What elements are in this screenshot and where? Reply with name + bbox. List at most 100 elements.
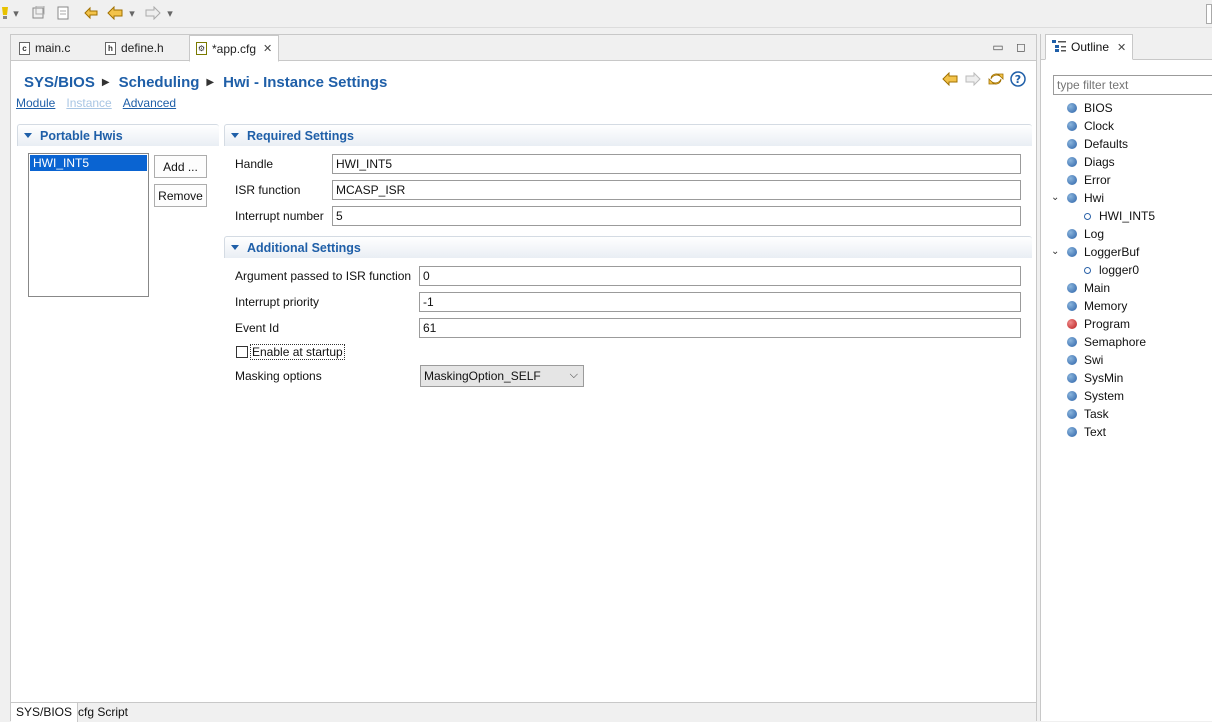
left-panel-strip	[0, 34, 8, 721]
tree-item-system[interactable]: System	[1067, 387, 1124, 405]
breadcrumb-hwi-instance: Hwi - Instance Settings	[223, 73, 388, 91]
tab-main-c[interactable]: c main.c	[13, 35, 76, 61]
h-file-icon: h	[105, 41, 116, 55]
handle-label: Handle	[235, 157, 274, 171]
outline-filter-input[interactable]	[1053, 75, 1212, 95]
isr-function-field[interactable]: MCASP_ISR	[332, 180, 1021, 200]
error-dot-icon	[1067, 319, 1077, 329]
tree-item-error[interactable]: Error	[1067, 171, 1111, 189]
breadcrumb-sysbios[interactable]: SYS/BIOS	[24, 74, 95, 91]
collapse-triangle-icon	[231, 133, 239, 138]
tree-item-sysmin[interactable]: SysMin	[1067, 369, 1123, 387]
module-dot-icon	[1067, 175, 1077, 185]
page-links: Module Instance Advanced	[16, 96, 176, 110]
tree-item-clock[interactable]: Clock	[1067, 117, 1114, 135]
advanced-link[interactable]: Advanced	[123, 96, 176, 110]
isr-argument-label: Argument passed to ISR function	[235, 269, 412, 283]
isr-function-label: ISR function	[235, 183, 301, 197]
module-dot-icon	[1067, 391, 1077, 401]
tab-sysbios[interactable]: SYS/BIOS	[11, 703, 79, 722]
close-tab-icon[interactable]: ✕	[263, 42, 272, 55]
tab-app-cfg[interactable]: ⚙ *app.cfg ✕	[189, 35, 280, 62]
minimize-icon[interactable]: ▭	[991, 40, 1005, 54]
handle-field[interactable]: HWI_INT5	[332, 154, 1021, 174]
tree-item-bios[interactable]: BIOS	[1067, 99, 1113, 117]
module-dot-icon	[1067, 409, 1077, 419]
tree-item-log[interactable]: Log	[1067, 225, 1104, 243]
collapse-triangle-icon	[231, 245, 239, 250]
tree-item-memory[interactable]: Memory	[1067, 297, 1127, 315]
tree-item-text[interactable]: Text	[1067, 423, 1106, 441]
back-arrow-icon[interactable]	[106, 5, 124, 21]
outline-panel: Outline ✕ BIOS Clock Defaults Diags Erro…	[1040, 34, 1212, 721]
quick-access-box[interactable]	[1206, 4, 1212, 24]
event-id-label: Event Id	[235, 321, 280, 335]
tree-item-hwi[interactable]: Hwi	[1067, 189, 1104, 207]
module-link[interactable]: Module	[16, 96, 55, 110]
instance-dot-icon	[1084, 212, 1091, 220]
tree-item-task[interactable]: Task	[1067, 405, 1109, 423]
back-dropdown-icon[interactable]: ▾	[127, 5, 137, 21]
module-dot-icon	[1067, 373, 1077, 383]
collapse-triangle-icon	[24, 133, 32, 138]
document-icon[interactable]	[55, 5, 71, 21]
expand-chevron-icon[interactable]: ⌄	[1051, 192, 1059, 203]
last-edit-icon[interactable]	[82, 5, 100, 21]
close-outline-icon[interactable]: ✕	[1117, 41, 1126, 54]
help-icon[interactable]: ?	[1009, 70, 1027, 88]
breadcrumb-separator-icon: ▶	[206, 76, 215, 88]
save-all-icon[interactable]	[31, 5, 47, 21]
tab-outline[interactable]: Outline ✕	[1045, 34, 1134, 60]
masking-options-select[interactable]: MaskingOption_SELF ⌵	[420, 365, 584, 387]
tree-item-hwi-int5[interactable]: HWI_INT5	[1084, 207, 1155, 225]
breadcrumb-separator-icon: ▶	[101, 76, 110, 88]
chevron-down-icon: ⌵	[569, 369, 578, 381]
list-item[interactable]: HWI_INT5	[30, 155, 147, 171]
masking-options-label: Masking options	[235, 369, 322, 383]
back-icon[interactable]	[941, 70, 959, 88]
maximize-icon[interactable]: ◻	[1014, 40, 1028, 54]
isr-argument-field[interactable]: 0	[419, 266, 1021, 286]
interrupt-priority-label: Interrupt priority	[235, 295, 320, 309]
svg-text:?: ?	[1015, 73, 1021, 86]
tree-item-diags[interactable]: Diags	[1067, 153, 1115, 171]
module-dot-icon	[1067, 301, 1077, 311]
enable-at-startup-label[interactable]: Enable at startup	[250, 344, 345, 360]
module-dot-icon	[1067, 139, 1077, 149]
breadcrumb: SYS/BIOS ▶ Scheduling ▶ Hwi - Instance S…	[24, 72, 387, 92]
forward-dropdown-icon[interactable]: ▾	[165, 5, 175, 21]
tree-item-program[interactable]: Program	[1067, 315, 1130, 333]
tree-item-swi[interactable]: Swi	[1067, 351, 1103, 369]
interrupt-number-field[interactable]: 5	[332, 206, 1021, 226]
event-id-field[interactable]: 61	[419, 318, 1021, 338]
tree-item-logger0[interactable]: logger0	[1084, 261, 1139, 279]
expand-chevron-icon[interactable]: ⌄	[1051, 246, 1059, 257]
forward-icon[interactable]	[964, 70, 982, 88]
breadcrumb-scheduling[interactable]: Scheduling	[119, 74, 200, 91]
tree-item-defaults[interactable]: Defaults	[1067, 135, 1128, 153]
tree-item-semaphore[interactable]: Semaphore	[1067, 333, 1146, 351]
tree-item-loggerbuf[interactable]: LoggerBuf	[1067, 243, 1139, 261]
module-dot-icon	[1067, 247, 1077, 257]
remove-button[interactable]: Remove	[154, 184, 207, 207]
portable-hwis-header[interactable]: Portable Hwis	[17, 124, 219, 146]
instance-dot-icon	[1084, 266, 1091, 274]
enable-at-startup-checkbox[interactable]	[236, 346, 248, 358]
add-button[interactable]: Add ...	[154, 155, 207, 178]
forward-arrow-icon[interactable]	[144, 5, 162, 21]
refresh-icon[interactable]	[987, 70, 1005, 88]
additional-settings-header[interactable]: Additional Settings	[224, 236, 1032, 258]
tree-item-main[interactable]: Main	[1067, 279, 1110, 297]
editor-bottom-tabs: SYS/BIOS cfg Script	[11, 702, 1036, 722]
interrupt-priority-field[interactable]: -1	[419, 292, 1021, 312]
tab-cfg-script[interactable]: cfg Script	[73, 703, 133, 722]
module-dot-icon	[1067, 103, 1077, 113]
dropdown-arrow-icon[interactable]: ▾	[11, 5, 21, 21]
required-settings-header[interactable]: Required Settings	[224, 124, 1032, 146]
editor-tab-bar: c main.c h define.h ⚙ *app.cfg ✕ ▭ ◻	[11, 35, 1036, 62]
portable-hwis-list[interactable]: HWI_INT5	[28, 153, 149, 297]
tab-define-h[interactable]: h define.h	[99, 35, 170, 61]
outline-icon	[1052, 39, 1066, 55]
lightbulb-icon[interactable]	[0, 5, 10, 21]
c-file-icon: c	[19, 41, 30, 55]
